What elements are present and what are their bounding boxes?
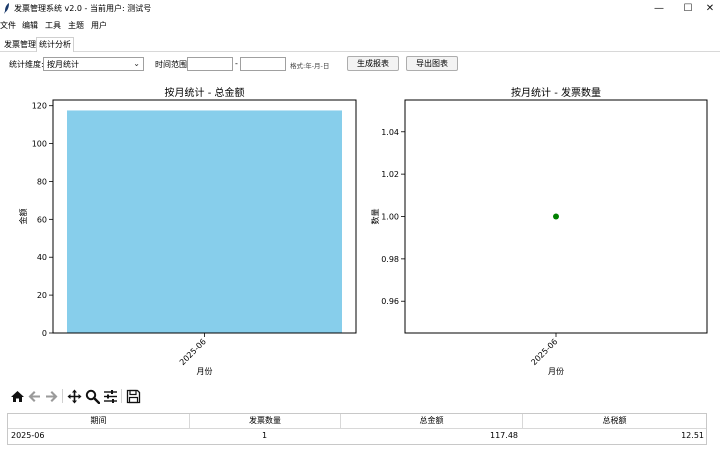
- tab-invoice-management[interactable]: 发票管理: [2, 39, 38, 52]
- app-feather-icon: [4, 3, 9, 14]
- menu-theme[interactable]: 主题: [68, 20, 84, 31]
- close-button[interactable]: ✕: [701, 1, 719, 17]
- table-cell-tax[interactable]: 12.51: [618, 430, 704, 444]
- y-tick-label: 100: [32, 140, 47, 149]
- chart-title: 按月统计 - 总金额: [165, 86, 245, 99]
- dimension-select[interactable]: 按月统计 ⌄: [43, 57, 144, 71]
- maximize-button[interactable]: ☐: [679, 1, 697, 17]
- y-tick-label: 0.98: [381, 255, 399, 264]
- table-cell-count[interactable]: 1: [262, 430, 267, 444]
- table-cell-period[interactable]: 2025-06: [11, 430, 44, 444]
- menu-user[interactable]: 用户: [91, 20, 107, 31]
- toolbar-separator: [121, 389, 122, 403]
- y-tick-label: 40: [37, 253, 47, 262]
- save-icon[interactable]: [126, 389, 141, 404]
- scatter-point: [553, 213, 559, 220]
- tab-divider: [0, 51, 720, 52]
- dimension-select-value: 按月统计: [47, 60, 79, 69]
- table-header-amount[interactable]: 总金额: [341, 414, 523, 429]
- configure-icon[interactable]: [103, 389, 118, 404]
- menu-bar: 文件 编辑 工具 主题 用户: [0, 18, 720, 31]
- chart-title: 按月统计 - 发票数量: [511, 86, 601, 99]
- minimize-button[interactable]: —: [650, 1, 668, 17]
- y-axis-label: 金额: [18, 209, 28, 225]
- x-tick-label: 2025-06: [529, 337, 559, 367]
- x-axis-label: 月份: [548, 366, 564, 376]
- statistics-table: 期间 发票数量 总金额 总税额 2025-06 1 117.48 12.51: [7, 413, 707, 445]
- pan-icon[interactable]: [67, 389, 82, 404]
- table-header-period[interactable]: 期间: [8, 414, 190, 429]
- export-chart-button[interactable]: 导出图表: [406, 56, 458, 71]
- y-tick-label: 80: [37, 177, 47, 186]
- x-tick-label: 2025-06: [178, 337, 208, 367]
- start-date-input[interactable]: [187, 57, 233, 71]
- menu-file[interactable]: 文件: [0, 20, 16, 31]
- table-header-count[interactable]: 发票数量: [190, 414, 341, 429]
- charts-canvas: 0204060801001202025-06按月统计 - 总金额月份金额0.96…: [18, 86, 708, 376]
- y-axis-label: 数量: [370, 209, 380, 225]
- forward-icon[interactable]: [44, 389, 59, 404]
- y-tick-label: 1.02: [381, 170, 399, 179]
- home-icon[interactable]: [10, 389, 25, 404]
- bar-mark: [67, 110, 342, 333]
- table-cell-amount[interactable]: 117.48: [438, 430, 518, 444]
- window-title: 发票管理系统 v2.0 - 当前用户: 测试号: [14, 4, 152, 13]
- time-range-label: 时间范围:: [155, 60, 190, 69]
- back-icon[interactable]: [27, 389, 42, 404]
- y-tick-label: 60: [37, 215, 47, 224]
- y-tick-label: 0: [42, 329, 47, 338]
- y-tick-label: 1.04: [381, 128, 399, 137]
- toolbar-separator: [62, 389, 63, 403]
- y-tick-label: 1.00: [381, 213, 399, 222]
- y-tick-label: 0.96: [381, 297, 399, 306]
- title-bar: 发票管理系统 v2.0 - 当前用户: 测试号 — ☐ ✕: [0, 0, 720, 18]
- y-tick-label: 120: [32, 102, 47, 111]
- chevron-down-icon: ⌄: [133, 59, 140, 68]
- date-format-hint: 格式:年-月-日: [290, 62, 330, 70]
- dimension-label: 统计维度:: [9, 60, 44, 69]
- menu-tools[interactable]: 工具: [45, 20, 61, 31]
- tab-statistics[interactable]: 统计分析: [36, 37, 74, 52]
- table-header-tax[interactable]: 总税额: [523, 414, 706, 429]
- zoom-icon[interactable]: [85, 389, 100, 404]
- date-separator: -: [235, 59, 238, 68]
- end-date-input[interactable]: [240, 57, 286, 71]
- menu-edit[interactable]: 编辑: [22, 20, 38, 31]
- generate-report-button[interactable]: 生成报表: [347, 56, 399, 71]
- y-tick-label: 20: [37, 291, 47, 300]
- x-axis-label: 月份: [197, 366, 213, 376]
